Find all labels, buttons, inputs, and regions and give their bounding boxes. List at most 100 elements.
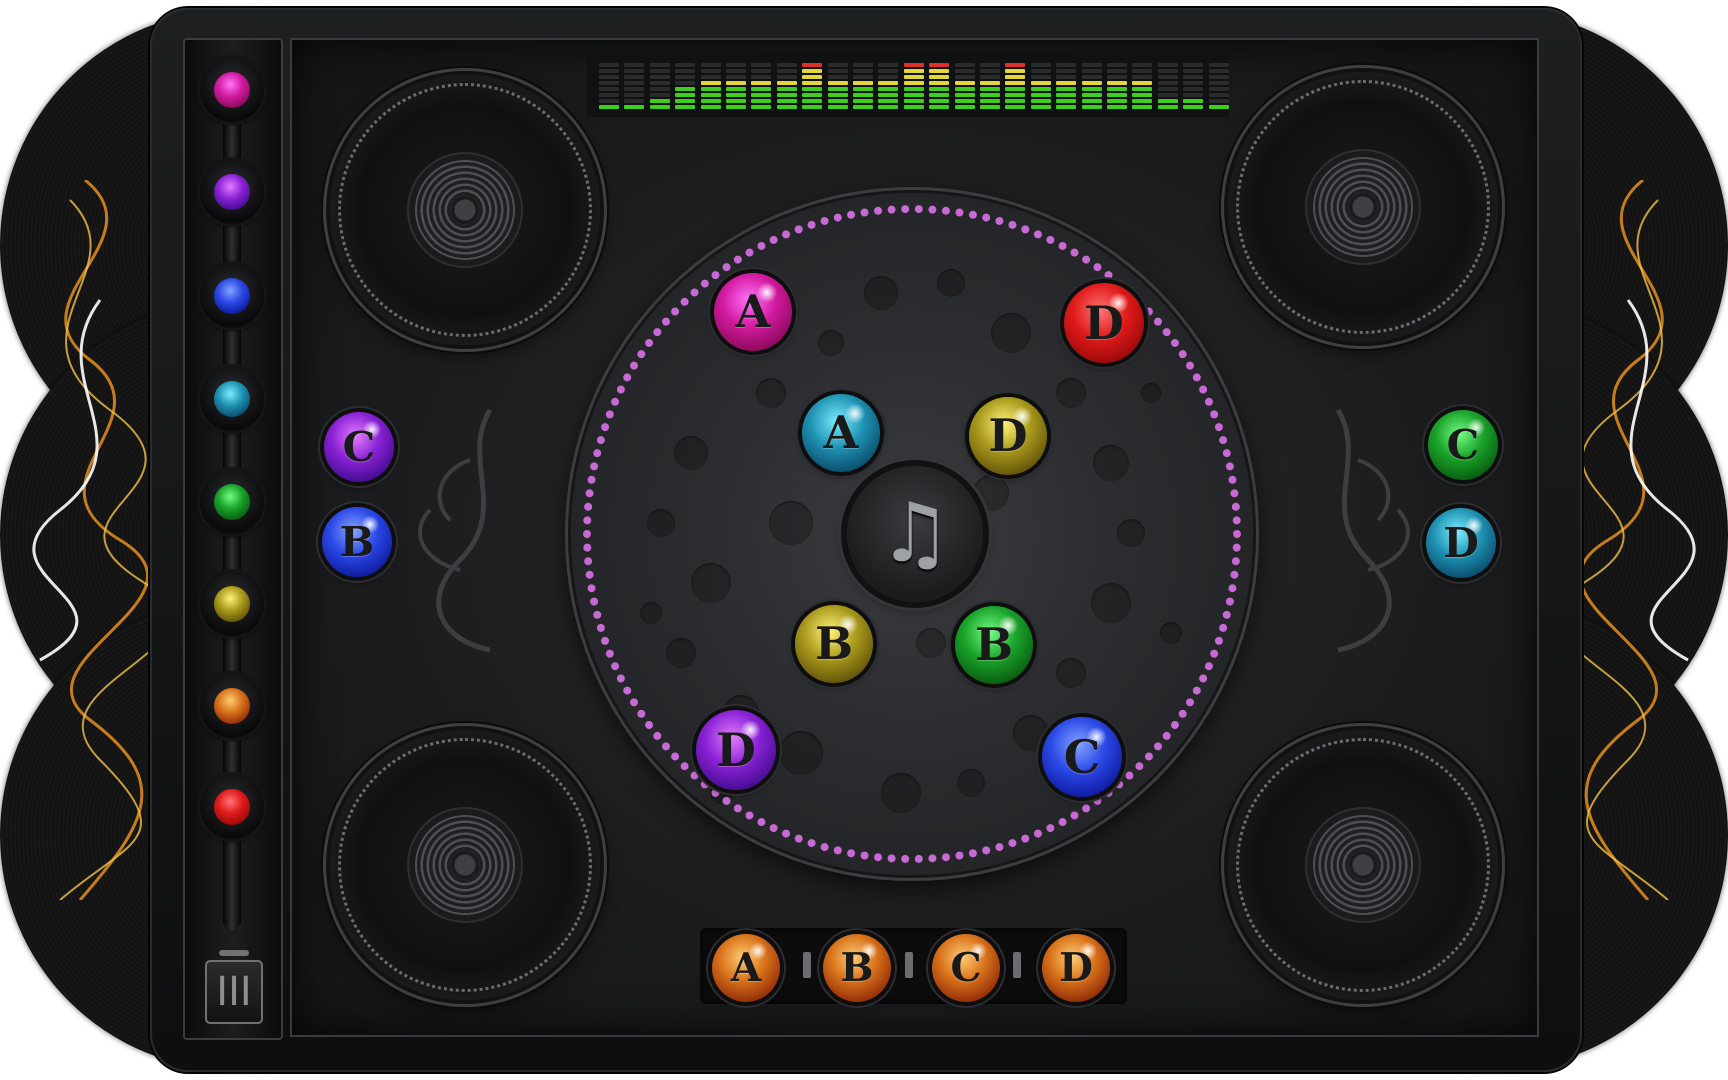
eq-segment [929, 81, 950, 85]
eq-segment [1081, 87, 1102, 91]
music-note-icon[interactable]: ♫ [847, 466, 983, 602]
eq-segment [954, 99, 975, 103]
eq-bar [954, 61, 975, 109]
ring-dot [596, 623, 605, 632]
board-gem-a-magenta[interactable]: A [714, 273, 792, 351]
eq-segment [929, 93, 950, 97]
eq-segment [827, 75, 848, 79]
eq-segment [776, 87, 797, 91]
eq-segment [1030, 93, 1051, 97]
rack-gem-magenta [214, 72, 250, 108]
eq-segment [980, 81, 1000, 85]
ring-dot [605, 649, 614, 658]
ring-dot [722, 263, 731, 272]
eq-segment [1157, 81, 1178, 85]
ring-dot [585, 489, 594, 498]
gem-letter: D [716, 723, 756, 777]
eq-segment [802, 105, 823, 109]
ring-dot [661, 317, 670, 326]
eq-segment [726, 99, 746, 103]
ring-dot [914, 205, 923, 214]
eq-segment [1208, 63, 1229, 67]
gem-letter: C [1446, 421, 1480, 469]
eq-segment [726, 105, 746, 109]
eq-segment [1107, 75, 1127, 79]
board-gem-d-purple[interactable]: D [696, 710, 776, 790]
ring-dot [1192, 686, 1201, 695]
eq-segment [853, 105, 873, 109]
rack-slot-magenta[interactable] [200, 58, 264, 122]
tray-gem-c[interactable]: C [932, 934, 1000, 1002]
ring-dot [637, 350, 646, 359]
eq-segment [675, 99, 696, 103]
rack-slot-purple[interactable] [200, 160, 264, 224]
ring-dot [941, 206, 950, 215]
eq-segment [649, 75, 670, 79]
ring-dot [1082, 255, 1091, 264]
side-gem-left-c-purple[interactable]: C [324, 412, 394, 482]
ring-dot [1021, 225, 1030, 234]
board-gem-b-olive[interactable]: B [795, 605, 873, 683]
eq-segment [1005, 63, 1026, 67]
eq-segment [903, 75, 924, 79]
eq-segment [980, 105, 1000, 109]
speaker-cone [415, 815, 515, 915]
ring-dot [1021, 834, 1030, 843]
ring-dot [757, 241, 766, 250]
ring-dot [1046, 824, 1055, 833]
side-gem-right-d-teal[interactable]: D [1426, 508, 1496, 578]
eq-segment [827, 87, 848, 91]
eq-segment [700, 93, 721, 97]
eq-segment [624, 93, 645, 97]
trash-bin-icon[interactable]: III [205, 950, 263, 1024]
eq-segment [1030, 75, 1051, 79]
ring-dot [1070, 248, 1079, 257]
rack-slot-green[interactable] [200, 470, 264, 534]
rack-slot-teal[interactable] [200, 367, 264, 431]
board-gem-b-green[interactable]: B [955, 606, 1033, 684]
rack-slot-red[interactable] [200, 775, 264, 839]
eq-segment [624, 75, 645, 79]
board-gem-a-teal[interactable]: A [802, 394, 880, 472]
eq-segment [954, 87, 975, 91]
ring-dot [596, 436, 605, 445]
rack-gem-red [214, 789, 250, 825]
tray-gem-a[interactable]: A [712, 934, 780, 1002]
eq-segment [599, 105, 619, 109]
ring-dot [1204, 662, 1213, 671]
rack-slot-orange[interactable] [200, 674, 264, 738]
eq-segment [1157, 63, 1178, 67]
side-gem-right-c-green[interactable]: C [1428, 410, 1498, 480]
eq-segment [827, 63, 848, 67]
ring-dot [623, 373, 632, 382]
side-gem-left-b-blue[interactable]: B [322, 507, 392, 577]
game-screen: III ♫ ADADBBDC CBCD ABCD [0, 0, 1728, 1080]
eq-segment [726, 69, 746, 73]
board-gem-d-red[interactable]: D [1064, 283, 1144, 363]
board-gem-c-blue[interactable]: C [1042, 717, 1122, 797]
eq-segment [1183, 69, 1204, 73]
ring-dot [1178, 709, 1187, 718]
eq-segment [1056, 87, 1077, 91]
tray-gem-d[interactable]: D [1042, 934, 1110, 1002]
ring-dot [616, 674, 625, 683]
ring-dot [874, 206, 883, 215]
eq-segment [1107, 99, 1127, 103]
eq-segment [1183, 81, 1204, 85]
ring-dot [1222, 449, 1231, 458]
eq-segment [954, 69, 975, 73]
eq-segment [675, 93, 696, 97]
tray-separator [905, 952, 913, 978]
ring-dot [1082, 804, 1091, 813]
board-gem-d-olive[interactable]: D [969, 397, 1047, 475]
eq-segment [1183, 99, 1204, 103]
rack-slot-olive[interactable] [200, 572, 264, 636]
eq-segment [1030, 105, 1051, 109]
eq-segment [1107, 81, 1127, 85]
rack-slot-blue[interactable] [200, 264, 264, 328]
speaker-cone [1313, 815, 1413, 915]
eq-bar [802, 61, 823, 109]
tray-gem-b[interactable]: B [823, 934, 891, 1002]
eq-segment [1005, 93, 1026, 97]
ring-dot [769, 824, 778, 833]
